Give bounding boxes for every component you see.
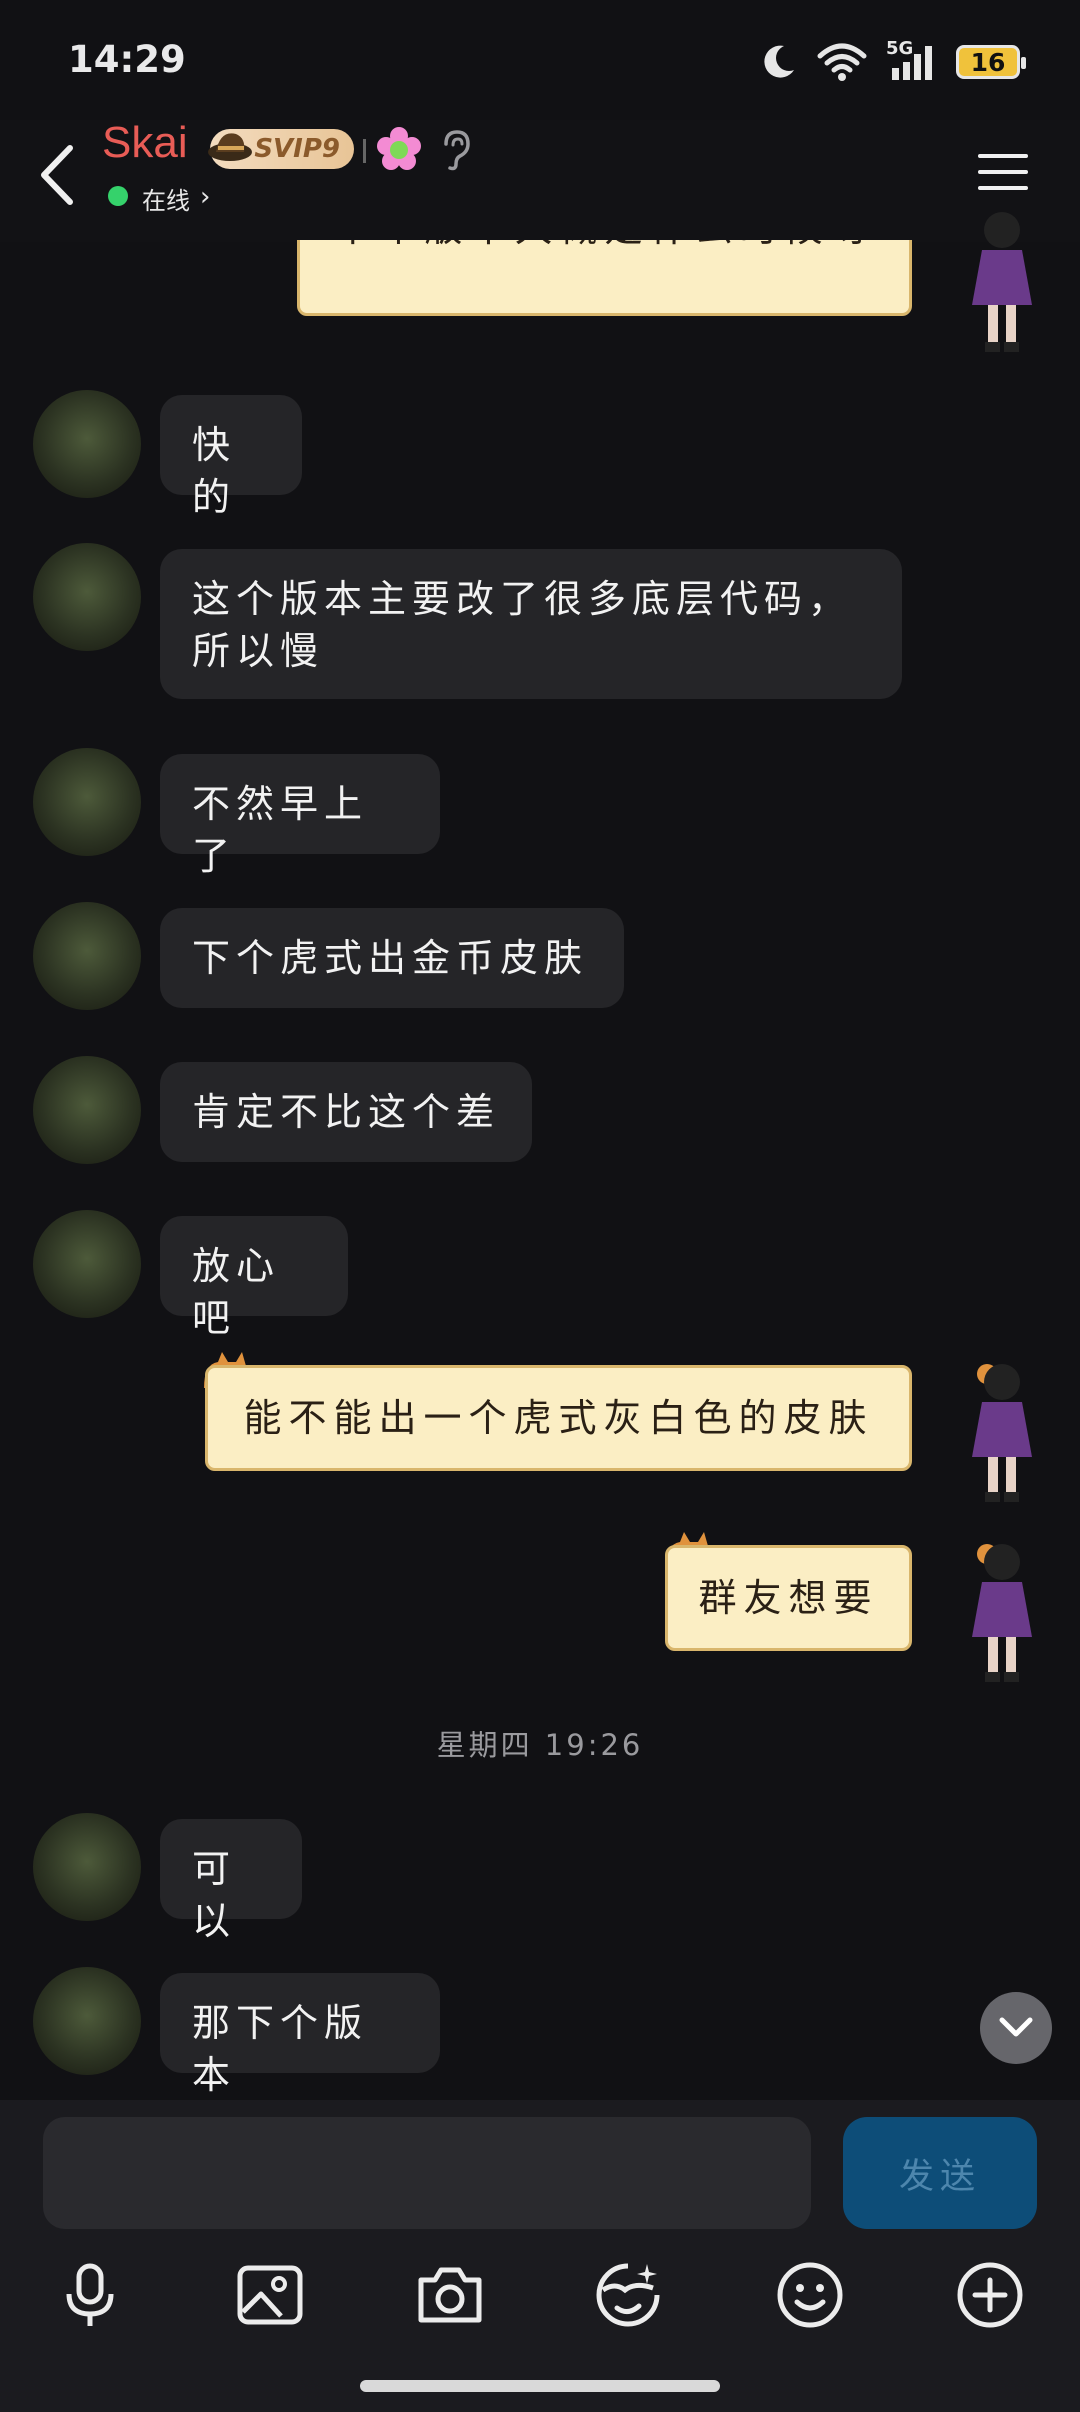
send-button[interactable]: 发送 [843, 2117, 1037, 2229]
message-bubble-received[interactable]: 放心吧 [160, 1216, 348, 1340]
sticker-icon[interactable] [593, 2260, 663, 2330]
online-dot [108, 186, 128, 206]
message-bubble-received[interactable]: 不然早上了 [160, 754, 440, 878]
sender-avatar[interactable] [952, 210, 1052, 360]
chevron-down-icon [999, 2017, 1033, 2037]
contact-name-overlay: Skai [102, 118, 188, 167]
contact-avatar[interactable] [33, 1967, 141, 2075]
message-text: 这个版本主要改了很多底层代码，所以慢 [192, 577, 853, 673]
scroll-to-bottom-button[interactable] [980, 1992, 1052, 2064]
contact-avatar[interactable] [33, 1056, 141, 1164]
message-text: 下个虎式出金币皮肤 [192, 936, 589, 980]
message-text: 放心吧 [192, 1244, 281, 1340]
message-bubble-received[interactable]: 快的 [160, 395, 302, 519]
message-bubble-received[interactable]: 这个版本主要改了很多底层代码，所以慢 [160, 549, 902, 699]
image-icon[interactable] [235, 2260, 305, 2330]
online-status-overlay: 在线 [142, 187, 190, 215]
chevron-right-icon: › [200, 182, 211, 212]
header-divider [363, 139, 366, 163]
plus-icon[interactable] [955, 2260, 1025, 2330]
message-bubble-received[interactable]: 下个虎式出金币皮肤 [160, 908, 624, 1008]
moon-icon [764, 45, 794, 78]
emoji-icon[interactable] [775, 2260, 845, 2330]
message-text: 快的 [192, 423, 237, 519]
contact-avatar[interactable] [33, 1813, 141, 1921]
message-bubble-sent[interactable]: 群友想要 [665, 1545, 912, 1651]
message-bubble-received[interactable]: 可以 [160, 1819, 302, 1943]
contact-avatar[interactable] [33, 748, 141, 856]
contact-avatar[interactable] [33, 1210, 141, 1318]
signal-icon: 5G [886, 38, 938, 82]
message-bubble-sent[interactable]: 能不能出一个虎式灰白色的皮肤 [205, 1365, 912, 1471]
message-input[interactable] [43, 2117, 811, 2229]
contact-avatar[interactable] [33, 390, 141, 498]
home-indicator[interactable] [360, 2380, 720, 2392]
battery-icon: 16 [956, 45, 1026, 79]
contact-avatar[interactable] [33, 543, 141, 651]
message-text: 肯定不比这个差 [192, 1090, 501, 1134]
status-icons: 5G 16 [758, 38, 1026, 86]
ear-icon [444, 130, 470, 171]
microphone-icon[interactable] [55, 2260, 125, 2330]
message-bubble-received[interactable]: 肯定不比这个差 [160, 1062, 532, 1162]
back-arrow-icon[interactable] [30, 140, 86, 210]
vip-hat-icon [208, 133, 252, 161]
menu-icon[interactable] [978, 150, 1028, 194]
message-bubble-received[interactable]: 那下个版本 [160, 1973, 440, 2097]
contact-avatar[interactable] [33, 902, 141, 1010]
message-text: 可以 [192, 1847, 237, 1943]
message-text: 那下个版本 [192, 2001, 369, 2097]
message-timestamp: 星期四 19:26 [436, 1728, 644, 1762]
message-text: 群友想要 [698, 1576, 879, 1620]
wifi-icon [817, 43, 867, 81]
status-time: 14:29 [68, 38, 186, 81]
message-text: 不然早上了 [192, 782, 369, 878]
message-text: 能不能出一个虎式灰白色的皮肤 [243, 1396, 874, 1440]
sender-avatar[interactable] [952, 1360, 1052, 1510]
flower-icon [377, 127, 421, 170]
battery-level: 16 [970, 47, 1006, 77]
camera-icon[interactable] [415, 2260, 485, 2330]
sender-avatar[interactable] [952, 1540, 1052, 1690]
